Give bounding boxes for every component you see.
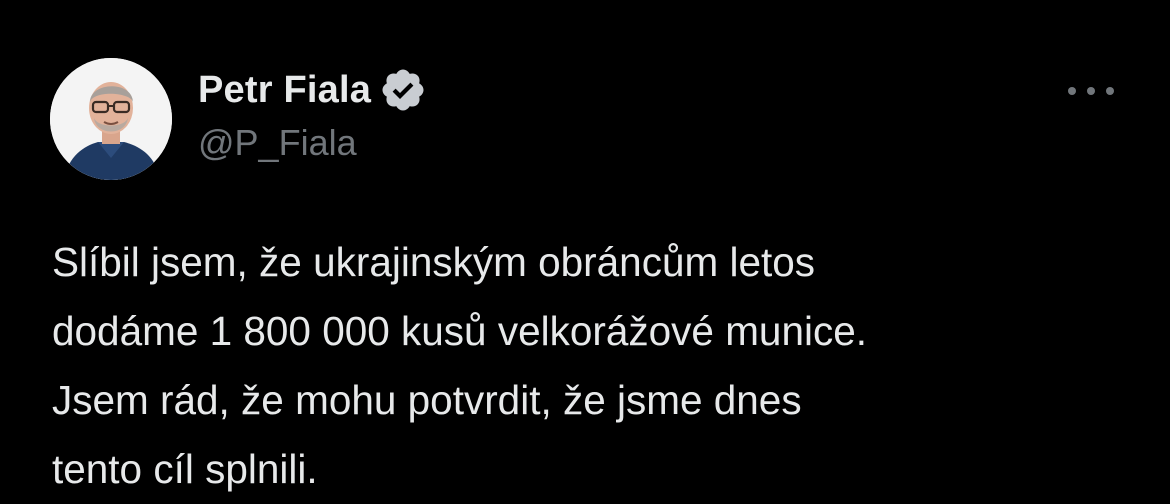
avatar-portrait <box>50 58 172 180</box>
verified-badge-icon[interactable] <box>379 66 427 114</box>
tweet-line: Slíbil jsem, že ukrajinským obráncům let… <box>52 239 816 285</box>
tweet-line: Jsem rád, že mohu potvrdit, že jsme dnes <box>52 377 802 423</box>
dot <box>1106 87 1114 95</box>
tweet-card: Petr Fiala @P_Fiala Slíbil jsem, že ukra… <box>0 0 1170 502</box>
tweet-line: tento cíl splnili. <box>52 446 318 492</box>
dot <box>1087 87 1095 95</box>
name-row: Petr Fiala <box>198 66 427 114</box>
avatar[interactable] <box>50 58 172 180</box>
tweet-line: dodáme 1 800 000 kusů velkorážové munice… <box>52 308 868 354</box>
display-name[interactable]: Petr Fiala <box>198 69 371 112</box>
more-options-icon[interactable] <box>1068 84 1114 98</box>
author-block: Petr Fiala @P_Fiala <box>198 66 427 164</box>
tweet-text: Slíbil jsem, že ukrajinským obráncům let… <box>52 228 1142 504</box>
handle[interactable]: @P_Fiala <box>198 122 427 164</box>
dot <box>1068 87 1076 95</box>
